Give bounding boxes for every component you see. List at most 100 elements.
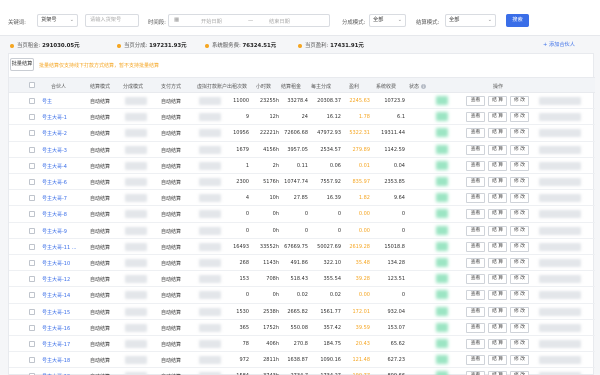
settle-button[interactable]: 结 算 bbox=[488, 177, 507, 187]
settle-mode-select[interactable]: 全部 ⌄ bbox=[445, 14, 496, 27]
settle-button[interactable]: 结 算 bbox=[488, 160, 507, 171]
partner-name[interactable]: 号主大哥-11 ... bbox=[42, 244, 77, 251]
settle-button[interactable]: 结 算 bbox=[488, 241, 507, 252]
view-button[interactable]: 查看 bbox=[466, 339, 485, 349]
row-checkbox[interactable] bbox=[29, 357, 35, 364]
partner-name[interactable]: 号主大哥-15 bbox=[42, 309, 70, 316]
edit-button[interactable]: 修 改 bbox=[510, 274, 529, 285]
partner-name[interactable]: 号主大哥-9 bbox=[42, 228, 67, 235]
settle-button[interactable]: 结 算 bbox=[488, 339, 507, 349]
partner-name[interactable]: 号主 bbox=[42, 98, 52, 105]
partner-name[interactable]: 号主大哥-1 bbox=[42, 114, 67, 121]
settle-button[interactable]: 结 算 bbox=[488, 225, 507, 236]
settle-button[interactable]: 结 算 bbox=[488, 96, 507, 106]
row-checkbox[interactable] bbox=[29, 130, 35, 137]
select-all-checkbox[interactable] bbox=[29, 82, 35, 88]
keyword-input[interactable]: 请输入货架号 bbox=[85, 14, 139, 27]
view-button[interactable]: 查看 bbox=[466, 274, 485, 285]
edit-button[interactable]: 修 改 bbox=[510, 225, 529, 236]
edit-button[interactable]: 修 改 bbox=[510, 96, 529, 106]
split-mode-select[interactable]: 全部 ⌄ bbox=[369, 14, 406, 27]
view-button[interactable]: 查看 bbox=[466, 160, 485, 171]
edit-button[interactable]: 修 改 bbox=[510, 322, 529, 333]
settle-button[interactable]: 结 算 bbox=[488, 193, 507, 204]
settle-button[interactable]: 结 算 bbox=[488, 112, 507, 123]
partner-name[interactable]: 号主大哥-6 bbox=[42, 179, 67, 186]
row-checkbox[interactable] bbox=[29, 292, 35, 299]
view-button[interactable]: 查看 bbox=[466, 306, 485, 317]
edit-button[interactable]: 修 改 bbox=[510, 241, 529, 252]
settle-button[interactable]: 结 算 bbox=[488, 322, 507, 333]
view-button[interactable]: 查看 bbox=[466, 193, 485, 204]
partner-name[interactable]: 号主大哥-7 bbox=[42, 195, 67, 202]
partner-name[interactable]: 号主大哥-2 bbox=[42, 130, 67, 137]
settle-button[interactable]: 结 算 bbox=[488, 371, 507, 375]
partner-name[interactable]: 号主大哥-18 bbox=[42, 357, 70, 364]
edit-button[interactable]: 修 改 bbox=[510, 177, 529, 187]
row-checkbox[interactable] bbox=[29, 260, 35, 266]
view-button[interactable]: 查看 bbox=[466, 371, 485, 375]
edit-button[interactable]: 修 改 bbox=[510, 258, 529, 268]
edit-button[interactable]: 修 改 bbox=[510, 144, 529, 155]
edit-button[interactable]: 修 改 bbox=[510, 290, 529, 301]
row-checkbox[interactable] bbox=[29, 243, 35, 250]
view-button[interactable]: 查看 bbox=[466, 177, 485, 187]
row-checkbox[interactable] bbox=[29, 98, 35, 104]
edit-button[interactable]: 修 改 bbox=[510, 160, 529, 171]
row-checkbox[interactable] bbox=[29, 276, 35, 283]
settle-button[interactable]: 结 算 bbox=[488, 355, 507, 366]
row-checkbox[interactable] bbox=[29, 114, 35, 121]
view-button[interactable]: 查看 bbox=[466, 96, 485, 106]
edit-button[interactable]: 修 改 bbox=[510, 128, 529, 139]
view-button[interactable]: 查看 bbox=[466, 355, 485, 366]
date-end-input[interactable]: 结束日期 bbox=[269, 18, 290, 25]
partner-name[interactable]: 号主大哥-16 bbox=[42, 325, 70, 332]
row-checkbox[interactable] bbox=[29, 146, 35, 153]
partner-name[interactable]: 号主大哥-3 bbox=[42, 147, 67, 154]
add-partner-link[interactable]: + 添加合伙人 bbox=[543, 41, 575, 48]
view-button[interactable]: 查看 bbox=[466, 241, 485, 252]
edit-button[interactable]: 修 改 bbox=[510, 355, 529, 366]
partner-name[interactable]: 号主大哥-14 bbox=[42, 292, 70, 299]
edit-button[interactable]: 修 改 bbox=[510, 306, 529, 317]
view-button[interactable]: 查看 bbox=[466, 112, 485, 123]
edit-button[interactable]: 修 改 bbox=[510, 193, 529, 204]
partner-name[interactable]: 号主大哥-8 bbox=[42, 211, 67, 218]
partner-name[interactable]: 号主大哥-10 bbox=[42, 260, 70, 267]
settle-button[interactable]: 结 算 bbox=[488, 290, 507, 301]
keyword-type-select[interactable]: 货架号 ⌄ bbox=[37, 14, 78, 27]
view-button[interactable]: 查看 bbox=[466, 258, 485, 268]
date-start-input[interactable]: 开始日期 bbox=[201, 18, 222, 25]
view-button[interactable]: 查看 bbox=[466, 225, 485, 236]
row-checkbox[interactable] bbox=[29, 324, 35, 331]
edit-button[interactable]: 修 改 bbox=[510, 339, 529, 349]
row-checkbox[interactable] bbox=[29, 195, 35, 202]
row-checkbox[interactable] bbox=[29, 211, 35, 218]
hours-cell: 23255h bbox=[259, 98, 279, 104]
view-button[interactable]: 查看 bbox=[466, 209, 485, 220]
settle-button[interactable]: 结 算 bbox=[488, 144, 507, 155]
view-button[interactable]: 查看 bbox=[466, 144, 485, 155]
partner-name[interactable]: 号主大哥-17 bbox=[42, 341, 70, 348]
view-button[interactable]: 查看 bbox=[466, 290, 485, 301]
row-checkbox[interactable] bbox=[29, 227, 35, 234]
edit-button[interactable]: 修 改 bbox=[510, 209, 529, 220]
edit-button[interactable]: 修 改 bbox=[510, 112, 529, 123]
date-range-picker[interactable]: ▦ 开始日期 — 结束日期 bbox=[168, 14, 330, 27]
settle-button[interactable]: 结 算 bbox=[488, 306, 507, 317]
row-checkbox[interactable] bbox=[29, 308, 35, 315]
view-button[interactable]: 查看 bbox=[466, 322, 485, 333]
search-button[interactable]: 搜索 bbox=[506, 14, 529, 27]
row-checkbox[interactable] bbox=[29, 162, 35, 169]
settle-button[interactable]: 结 算 bbox=[488, 128, 507, 139]
row-checkbox[interactable] bbox=[29, 341, 35, 347]
settle-button[interactable]: 结 算 bbox=[488, 274, 507, 285]
settle-button[interactable]: 结 算 bbox=[488, 258, 507, 268]
partner-name[interactable]: 号主大哥-12 bbox=[42, 276, 70, 283]
partner-name[interactable]: 号主大哥-4 bbox=[42, 163, 67, 170]
row-checkbox[interactable] bbox=[29, 179, 35, 185]
batch-settle-button[interactable]: 批量结算 bbox=[10, 58, 34, 71]
view-button[interactable]: 查看 bbox=[466, 128, 485, 139]
edit-button[interactable]: 修 改 bbox=[510, 371, 529, 375]
settle-button[interactable]: 结 算 bbox=[488, 209, 507, 220]
